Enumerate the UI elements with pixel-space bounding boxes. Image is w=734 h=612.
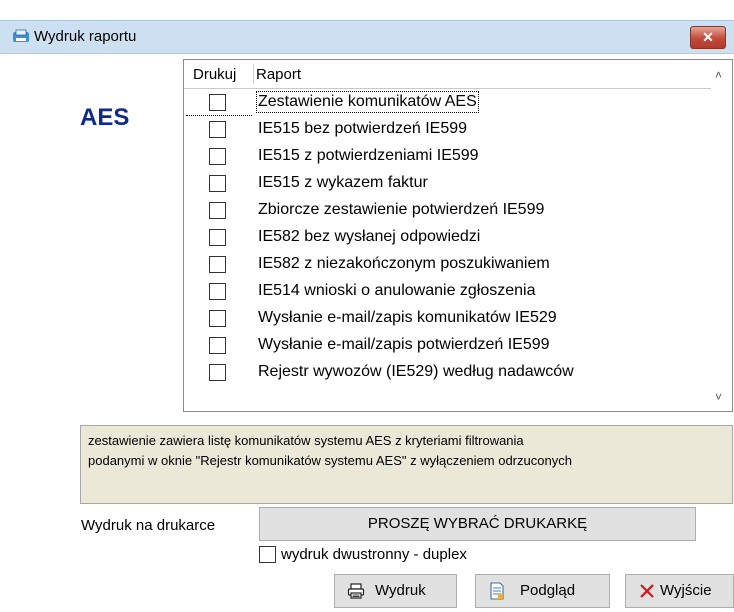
report-label: Zbiorcze zestawienie potwierdzeń IE599	[258, 201, 545, 218]
list-item[interactable]: IE582 z niezakończonym poszukiwaniem	[184, 252, 711, 279]
report-label: Zestawienie komunikatów AES	[256, 91, 479, 113]
section-label: AES	[80, 104, 130, 131]
print-checkbox[interactable]	[209, 256, 226, 273]
list-item[interactable]: Wysłanie e-mail/zapis komunikatów IE529	[184, 306, 711, 333]
report-description: zestawienie zawiera listę komunikatów sy…	[80, 425, 733, 504]
report-label: Wysłanie e-mail/zapis potwierdzeń IE599	[258, 336, 550, 353]
report-label: IE515 z potwierdzeniami IE599	[258, 147, 479, 164]
list-item[interactable]: Zbiorcze zestawienie potwierdzeń IE599	[184, 198, 711, 225]
printer-icon	[347, 583, 365, 599]
window-title: Wydruk raportu	[34, 28, 137, 45]
exit-button-label: Wyjście	[660, 582, 712, 599]
print-checkbox[interactable]	[209, 175, 226, 192]
column-header-print[interactable]: Drukuj	[193, 66, 236, 83]
printer-label: Wydruk na drukarce	[81, 517, 216, 534]
preview-button[interactable]: Podgląd	[475, 574, 610, 608]
report-label: IE582 bez wysłanej odpowiedzi	[258, 228, 481, 245]
vertical-scrollbar[interactable]: ˄ ˅	[711, 60, 732, 411]
description-line: zestawienie zawiera listę komunikatów sy…	[88, 433, 524, 448]
report-label: Rejestr wywozów (IE529) według nadawców	[258, 363, 574, 380]
print-button-label: Wydruk	[375, 582, 426, 599]
scroll-down-icon[interactable]: ˅	[715, 390, 722, 404]
list-item[interactable]: IE515 bez potwierdzeń IE599	[184, 117, 711, 144]
print-checkbox[interactable]	[209, 121, 226, 138]
report-label: IE514 wnioski o anulowanie zgłoszenia	[258, 282, 536, 299]
print-button[interactable]: Wydruk	[334, 574, 457, 608]
report-list[interactable]: Drukuj Raport Zestawienie komunikatów AE…	[183, 59, 733, 412]
description-line: podanymi w oknie "Rejestr komunikatów sy…	[88, 453, 572, 468]
print-checkbox[interactable]	[209, 202, 226, 219]
select-printer-button[interactable]: PROSZĘ WYBRAĆ DRUKARKĘ	[259, 507, 696, 541]
print-checkbox[interactable]	[209, 337, 226, 354]
print-checkbox[interactable]	[209, 283, 226, 300]
list-header: Drukuj Raport	[184, 60, 711, 89]
list-item[interactable]: IE515 z wykazem faktur	[184, 171, 711, 198]
print-checkbox[interactable]	[209, 229, 226, 246]
exit-button[interactable]: Wyjście	[625, 574, 734, 608]
report-label: Wysłanie e-mail/zapis komunikatów IE529	[258, 309, 557, 326]
column-header-report[interactable]: Raport	[256, 66, 301, 83]
list-item[interactable]: IE515 z potwierdzeniami IE599	[184, 144, 711, 171]
print-checkbox[interactable]	[209, 148, 226, 165]
report-label: IE582 z niezakończonym poszukiwaniem	[258, 255, 550, 272]
duplex-label[interactable]: wydruk dwustronny - duplex	[281, 546, 467, 563]
red-x-icon	[640, 584, 654, 598]
print-checkbox[interactable]	[209, 94, 226, 111]
list-item[interactable]: IE582 bez wysłanej odpowiedzi	[184, 225, 711, 252]
list-item[interactable]: Zestawienie komunikatów AES	[184, 90, 711, 117]
duplex-checkbox[interactable]	[259, 546, 276, 563]
list-item[interactable]: Rejestr wywozów (IE529) według nadawców	[184, 360, 711, 387]
print-checkbox[interactable]	[209, 310, 226, 327]
report-icon	[13, 29, 29, 42]
document-preview-icon	[490, 582, 504, 600]
report-label: IE515 bez potwierdzeń IE599	[258, 120, 468, 137]
scroll-up-icon[interactable]: ˄	[715, 68, 722, 82]
column-separator[interactable]	[253, 64, 254, 84]
list-item[interactable]: Wysłanie e-mail/zapis potwierdzeń IE599	[184, 333, 711, 360]
close-button[interactable]: ✕	[690, 26, 726, 49]
list-item[interactable]: IE514 wnioski o anulowanie zgłoszenia	[184, 279, 711, 306]
report-label: IE515 z wykazem faktur	[258, 174, 428, 191]
print-checkbox[interactable]	[209, 364, 226, 381]
title-bar: Wydruk raportu ✕	[0, 20, 734, 54]
preview-button-label: Podgląd	[520, 582, 576, 599]
